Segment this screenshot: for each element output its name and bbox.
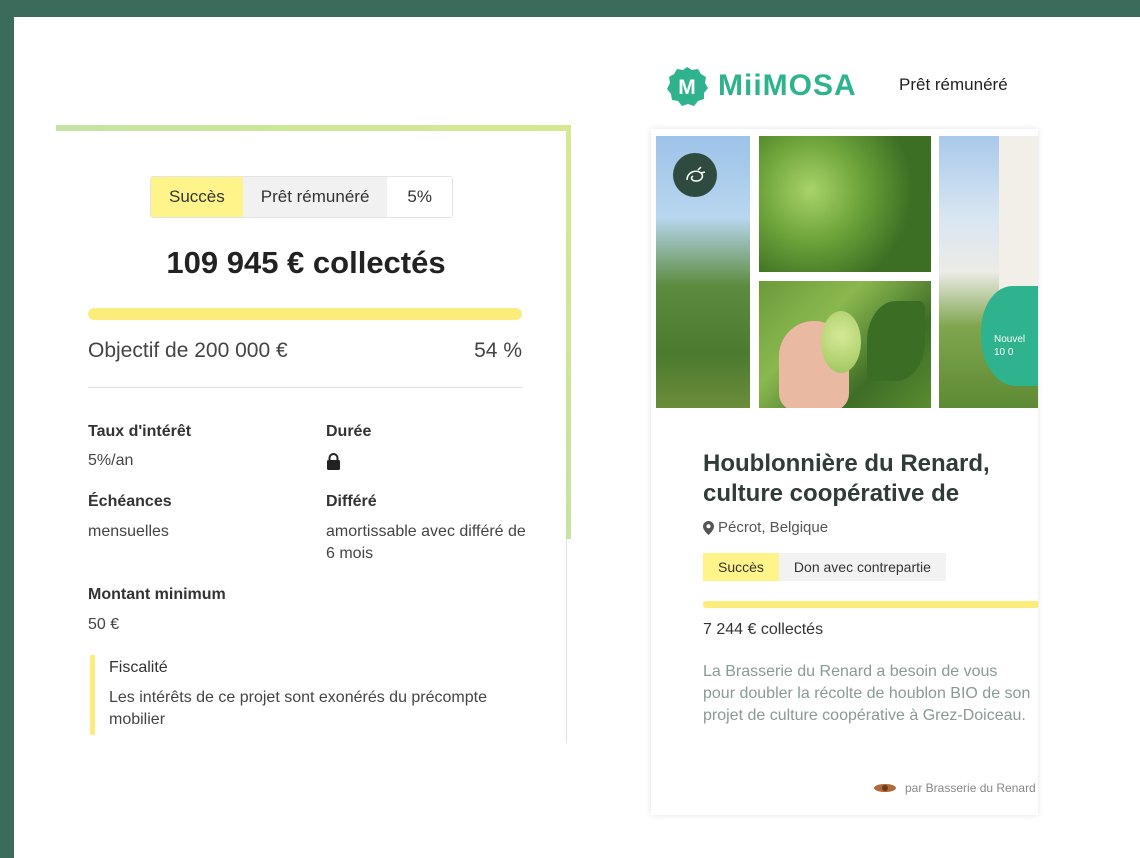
funding-summary-card: Succès Prêt rémunéré 5% 109 945 € collec… xyxy=(56,125,571,743)
divider xyxy=(88,387,522,388)
status-badges: Succès Prêt rémunéré 5% xyxy=(150,176,453,218)
promo-line-2: 10 0 xyxy=(994,347,1014,358)
fiscal-text: Les intérêts de ce projet sont exonérés … xyxy=(109,689,487,728)
promo-line-1: Nouvel xyxy=(994,334,1026,345)
logo-letter: M xyxy=(678,76,696,99)
hop-category-icon xyxy=(686,166,706,182)
project-progress-fill xyxy=(703,601,1038,608)
project-title[interactable]: Houblonnière du Renard, culture coopérat… xyxy=(703,449,1023,509)
project-progress-bar xyxy=(703,601,1038,608)
location-pin-icon xyxy=(703,520,714,535)
brand-name: MiiMOSA xyxy=(718,69,857,102)
project-status-badge: Succès xyxy=(703,553,779,581)
card-side-line xyxy=(566,539,567,743)
category-badge xyxy=(673,153,717,197)
location-text: Pécrot, Belgique xyxy=(718,519,829,536)
project-collected: 7 244 € collectés xyxy=(703,621,824,638)
fiscal-title: Fiscalité xyxy=(109,659,168,676)
objective-row: Objectif de 200 000 € 54 % xyxy=(88,339,522,363)
schedule-label: Échéances xyxy=(88,493,172,510)
project-author[interactable]: par Brasserie du Renard xyxy=(873,781,1036,795)
rate-value: 5%/an xyxy=(88,452,134,469)
project-badges: Succès Don avec contrepartie xyxy=(703,553,946,581)
objective-percent: 54 % xyxy=(474,339,522,362)
project-type-badge: Don avec contrepartie xyxy=(778,553,946,581)
brand-logo[interactable]: M MiiMOSA xyxy=(666,65,857,107)
card-top-accent xyxy=(56,125,571,131)
photo-hop-plants xyxy=(759,136,931,272)
photo-hop-hand xyxy=(759,281,931,408)
promo-blob-text: Nouvel 10 0 xyxy=(994,333,1025,359)
duration-label: Durée xyxy=(326,423,372,440)
card-side-accent xyxy=(566,125,571,539)
project-description: La Brasserie du Renard a besoin de vous … xyxy=(703,663,1031,724)
schedule-value: mensuelles xyxy=(88,523,169,540)
brewery-logo-icon xyxy=(874,784,896,792)
deferral-value: amortissable avec différé de 6 mois xyxy=(326,523,526,562)
funding-progress-bar xyxy=(88,308,522,320)
project-card[interactable]: Nouvel 10 0 Houblonnière du Renard, cult… xyxy=(651,129,1038,815)
status-badge: Succès xyxy=(151,177,243,217)
collected-amount: 109 945 € collectés xyxy=(166,245,446,280)
minimum-value: 50 € xyxy=(88,616,120,633)
hop-cone-shape xyxy=(821,311,861,373)
rate-label: Taux d'intérêt xyxy=(88,423,192,440)
photo-building: Nouvel 10 0 xyxy=(939,136,1038,408)
miimosa-logo-icon: M xyxy=(667,67,708,106)
leaf-shape xyxy=(867,301,925,381)
page-canvas: Succès Prêt rémunéré 5% 109 945 € collec… xyxy=(14,17,1140,858)
lock-icon xyxy=(327,453,340,470)
project-location: Pécrot, Belgique xyxy=(703,519,828,536)
rate-badge: 5% xyxy=(387,177,452,217)
funding-progress-fill xyxy=(88,308,522,320)
fiscal-callout: Fiscalité Les intérêts de ce projet sont… xyxy=(90,655,530,735)
nav-loan-link[interactable]: Prêt rémunéré xyxy=(899,75,1008,95)
objective-text: Objectif de 200 000 € xyxy=(88,339,288,362)
minimum-label: Montant minimum xyxy=(88,586,226,603)
author-name: par Brasserie du Renard xyxy=(905,781,1036,795)
type-badge: Prêt rémunéré xyxy=(242,177,388,217)
deferral-label: Différé xyxy=(326,493,377,510)
project-photo-gallery[interactable]: Nouvel 10 0 xyxy=(656,136,1038,408)
